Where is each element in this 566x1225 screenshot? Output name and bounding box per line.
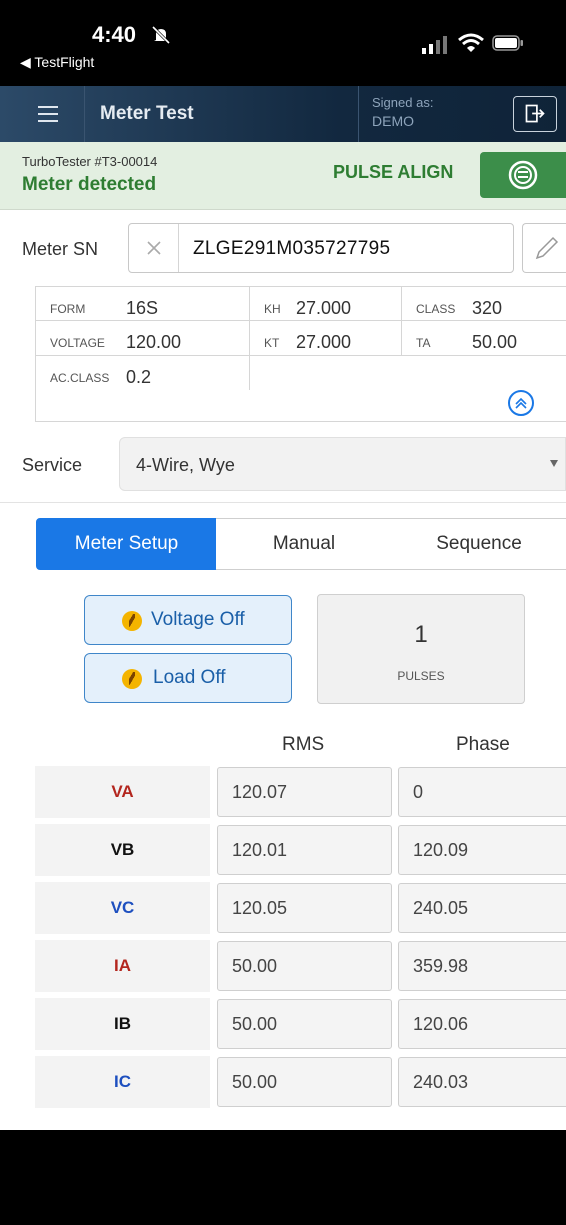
meter-icon <box>508 160 538 190</box>
back-to-app-link[interactable]: ◀ TestFlight <box>20 54 94 71</box>
row-label-vb: VB <box>35 824 210 876</box>
status-bar: 4:40 ◀ TestFlight <box>0 0 566 86</box>
load-off-button[interactable]: Load Off <box>84 653 292 703</box>
form-cell: FORM 16S <box>36 287 250 321</box>
service-label: Service <box>22 455 83 475</box>
hamburger-menu-icon[interactable] <box>38 106 58 122</box>
ta-cell: TA 50.00 <box>402 321 566 356</box>
meter-detected-status: Meter detected <box>22 174 157 195</box>
home-indicator-area <box>0 1130 566 1225</box>
meter-serial-value: ZLGE291M035727795 <box>193 238 391 259</box>
page-title: Meter Test <box>100 103 194 124</box>
device-status-bar: TurboTester #T3-00014 Meter detected PUL… <box>0 142 566 210</box>
ib-phase-field[interactable]: 120.06 <box>398 999 566 1049</box>
tab-meter-setup[interactable]: Meter Setup <box>36 518 217 570</box>
voltage-off-button[interactable]: Voltage Off <box>84 595 292 645</box>
kt-cell: KT 27.000 <box>250 321 402 356</box>
service-value: 4-Wire, Wye <box>136 455 235 475</box>
dropdown-caret-icon <box>550 460 558 467</box>
vc-rms-field[interactable]: 120.05 <box>217 883 392 933</box>
logout-button[interactable] <box>513 96 557 132</box>
wifi-icon <box>458 33 484 52</box>
va-rms-field[interactable]: 120.07 <box>217 767 392 817</box>
pulses-counter[interactable]: 1 PULSES <box>317 594 525 704</box>
battery-icon <box>492 35 523 51</box>
acclass-cell: AC.CLASS 0.2 <box>36 356 250 390</box>
chevron-up-icon <box>515 397 527 409</box>
kh-cell: KH 27.000 <box>250 287 402 321</box>
class-cell: CLASS 320 <box>402 287 566 321</box>
row-label-vc: VC <box>35 882 210 934</box>
va-phase-field[interactable]: 0 <box>398 767 566 817</box>
ia-rms-field[interactable]: 50.00 <box>217 941 392 991</box>
close-icon <box>147 241 161 255</box>
meter-sn-label: Meter SN <box>22 239 99 259</box>
pulses-label: PULSES <box>397 669 445 683</box>
voltage-cell: VOLTAGE 120.00 <box>36 321 250 356</box>
app-header: Meter Test Signed as: DEMO <box>0 86 566 142</box>
edit-sn-button[interactable] <box>522 223 566 273</box>
ia-phase-field[interactable]: 359.98 <box>398 941 566 991</box>
tab-manual[interactable]: Manual <box>216 518 393 570</box>
pulse-align-label[interactable]: PULSE ALIGN <box>333 162 453 183</box>
lightning-bolt-icon <box>122 669 142 689</box>
signed-in-user: Signed as: DEMO <box>372 95 434 129</box>
vb-phase-field[interactable]: 120.09 <box>398 825 566 875</box>
tab-sequence[interactable]: Sequence <box>392 518 566 570</box>
service-select[interactable]: 4-Wire, Wye <box>119 437 566 491</box>
rms-header: RMS <box>282 734 325 755</box>
ib-rms-field[interactable]: 50.00 <box>217 999 392 1049</box>
meter-sn-field[interactable]: ZLGE291M035727795 <box>128 223 514 273</box>
ic-rms-field[interactable]: 50.00 <box>217 1057 392 1107</box>
phase-header: Phase <box>456 734 510 755</box>
collapse-info-button[interactable] <box>508 390 534 416</box>
signal-icon <box>422 36 447 54</box>
pulse-align-button[interactable] <box>480 152 566 198</box>
row-label-va: VA <box>35 766 210 818</box>
vc-phase-field[interactable]: 240.05 <box>398 883 566 933</box>
pulses-count: 1 <box>414 621 428 648</box>
tester-id: TurboTester #T3-00014 <box>22 154 158 169</box>
status-time: 4:40 <box>92 22 137 47</box>
clear-sn-button[interactable] <box>129 224 179 272</box>
row-label-ic: IC <box>35 1056 210 1108</box>
silent-bell-icon <box>151 25 171 45</box>
row-label-ib: IB <box>35 998 210 1050</box>
vb-rms-field[interactable]: 120.01 <box>217 825 392 875</box>
meter-info-grid: FORM 16S KH 27.000 CLASS 320 VOLTAGE 120.00 … <box>35 286 566 422</box>
lightning-bolt-icon <box>122 611 142 631</box>
pencil-icon <box>535 236 559 260</box>
ic-phase-field[interactable]: 240.03 <box>398 1057 566 1107</box>
logout-icon <box>525 104 545 123</box>
row-label-ia: IA <box>35 940 210 992</box>
